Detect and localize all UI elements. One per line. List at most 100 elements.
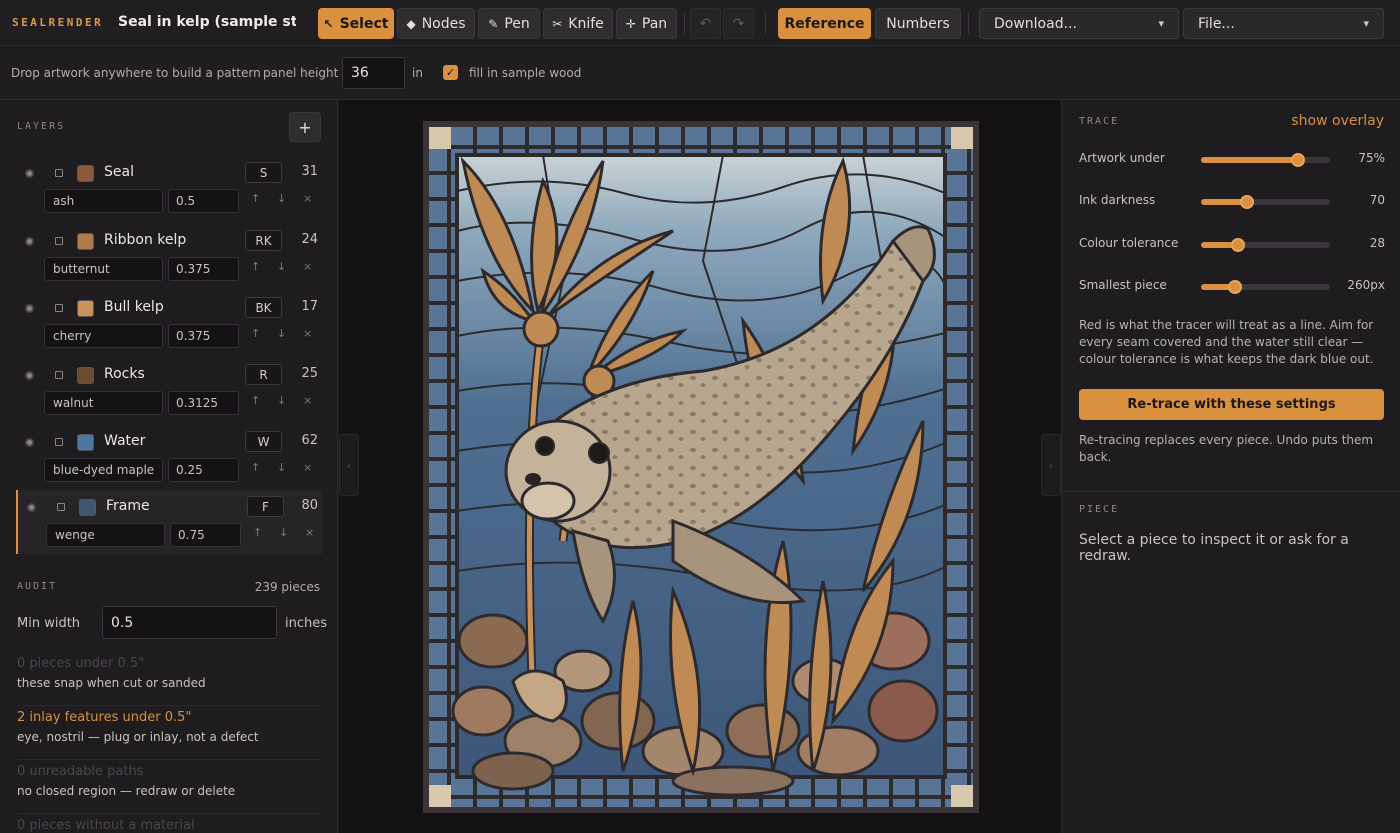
visibility-icon[interactable] [25,237,34,246]
slider-ink-darkness[interactable]: Ink darkness 70 [1079,191,1385,213]
layer-row[interactable]: Seal S 31 ash 0.5 ↑ ↓ × [16,159,322,221]
layer-color-swatch[interactable] [77,165,94,182]
material-input[interactable]: blue-dyed maple [44,458,163,482]
slider-track[interactable] [1201,195,1330,209]
slider-handle[interactable] [1231,238,1246,252]
slider-handle[interactable] [1227,280,1242,294]
move-down-icon[interactable]: ↓ [277,394,286,407]
material-input[interactable]: ash [44,189,163,213]
lock-icon[interactable] [55,371,63,379]
slider-colour-tolerance[interactable]: Colour tolerance 28 [1079,234,1385,256]
download-select[interactable]: Download... ▾ [979,8,1179,39]
thickness-input[interactable]: 0.5 [168,189,239,213]
collapse-right-button[interactable]: › [1041,434,1061,496]
slider-track[interactable] [1201,153,1330,167]
move-up-icon[interactable]: ↑ [253,526,262,539]
min-width-input[interactable]: 0.5 [102,606,277,639]
slider-track[interactable] [1201,238,1330,252]
layer-name[interactable]: Rocks [104,366,145,382]
visibility-icon[interactable] [25,169,34,178]
sample-wood-checkbox[interactable]: ✓ [443,65,458,80]
layer-code[interactable]: W [245,431,282,452]
layer-code[interactable]: R [245,364,282,385]
thickness-input[interactable]: 0.25 [168,458,239,482]
layer-row[interactable]: Bull kelp BK 17 cherry 0.375 ↑ ↓ × [16,294,322,356]
redo-button[interactable]: ↷ [723,8,754,39]
layer-name[interactable]: Frame [106,498,150,514]
lock-icon[interactable] [55,304,63,312]
retrace-button[interactable]: Re-trace with these settings [1079,389,1384,420]
add-layer-button[interactable]: + [289,112,321,142]
move-down-icon[interactable]: ↓ [277,192,286,205]
remove-layer-icon[interactable]: × [303,394,312,407]
layer-row[interactable]: Water W 62 blue-dyed maple 0.25 ↑ ↓ × [16,428,322,490]
move-up-icon[interactable]: ↑ [251,461,260,474]
layer-color-swatch[interactable] [79,499,96,516]
layer-row-selected[interactable]: Frame F 80 wenge 0.75 ↑ ↓ × [16,490,322,554]
layer-name[interactable]: Ribbon kelp [104,232,186,248]
remove-layer-icon[interactable]: × [303,327,312,340]
slider-smallest-piece[interactable]: Smallest piece 260px [1079,276,1385,298]
slider-handle[interactable] [1240,195,1255,209]
audit-item[interactable]: 0 unreadable paths no closed region — re… [17,760,322,814]
numbers-button[interactable]: Numbers [875,8,961,39]
move-down-icon[interactable]: ↓ [277,461,286,474]
layer-name[interactable]: Bull kelp [104,299,164,315]
move-up-icon[interactable]: ↑ [251,192,260,205]
thickness-input[interactable]: 0.375 [168,324,239,348]
layer-name[interactable]: Seal [104,164,134,180]
layer-color-swatch[interactable] [77,233,94,250]
tool-pan-button[interactable]: ✛ Pan [616,8,677,39]
remove-layer-icon[interactable]: × [303,461,312,474]
lock-icon[interactable] [55,169,63,177]
layer-row[interactable]: Rocks R 25 walnut 0.3125 ↑ ↓ × [16,361,322,423]
layer-color-swatch[interactable] [77,434,94,451]
thickness-input[interactable]: 0.75 [170,523,241,547]
document-title[interactable]: Seal in kelp (sample stock) [118,14,296,30]
move-down-icon[interactable]: ↓ [279,526,288,539]
remove-layer-icon[interactable]: × [305,526,314,539]
stained-glass-artwork[interactable] [423,121,979,813]
lock-icon[interactable] [55,438,63,446]
tool-pen-button[interactable]: ✎ Pen [478,8,540,39]
thickness-input[interactable]: 0.375 [168,257,239,281]
visibility-icon[interactable] [25,371,34,380]
panel-height-input[interactable]: 36 [342,57,405,89]
slider-track[interactable] [1201,280,1330,294]
slider-artwork-under[interactable]: Artwork under 75% [1079,149,1385,171]
slider-handle[interactable] [1290,153,1305,167]
visibility-icon[interactable] [27,503,36,512]
tool-knife-button[interactable]: ✂ Knife [543,8,613,39]
lock-icon[interactable] [57,503,65,511]
visibility-icon[interactable] [25,304,34,313]
file-select[interactable]: File... ▾ [1183,8,1384,39]
material-input[interactable]: cherry [44,324,163,348]
move-up-icon[interactable]: ↑ [251,394,260,407]
tool-nodes-button[interactable]: ◆ Nodes [397,8,475,39]
layer-code[interactable]: BK [245,297,282,318]
artwork-canvas[interactable]: ‹ › [339,100,1061,833]
undo-button[interactable]: ↶ [690,8,721,39]
layer-code[interactable]: RK [245,230,282,251]
audit-item[interactable]: 0 pieces under 0.5" these snap when cut … [17,652,322,706]
move-down-icon[interactable]: ↓ [277,260,286,273]
material-input[interactable]: wenge [46,523,165,547]
material-input[interactable]: walnut [44,391,163,415]
visibility-icon[interactable] [25,438,34,447]
move-down-icon[interactable]: ↓ [277,327,286,340]
layer-color-swatch[interactable] [77,367,94,384]
thickness-input[interactable]: 0.3125 [168,391,239,415]
remove-layer-icon[interactable]: × [303,192,312,205]
layer-row[interactable]: Ribbon kelp RK 24 butternut 0.375 ↑ ↓ × [16,227,322,289]
reference-button[interactable]: Reference [778,8,871,39]
layer-code[interactable]: S [245,162,282,183]
remove-layer-icon[interactable]: × [303,260,312,273]
layer-color-swatch[interactable] [77,300,94,317]
layer-name[interactable]: Water [104,433,145,449]
collapse-left-button[interactable]: ‹ [339,434,359,496]
show-overlay-link[interactable]: show overlay [1291,113,1384,129]
audit-item[interactable]: 2 inlay features under 0.5" eye, nostril… [17,706,322,760]
move-up-icon[interactable]: ↑ [251,327,260,340]
material-input[interactable]: butternut [44,257,163,281]
audit-item[interactable]: 0 pieces without a material [17,814,322,833]
